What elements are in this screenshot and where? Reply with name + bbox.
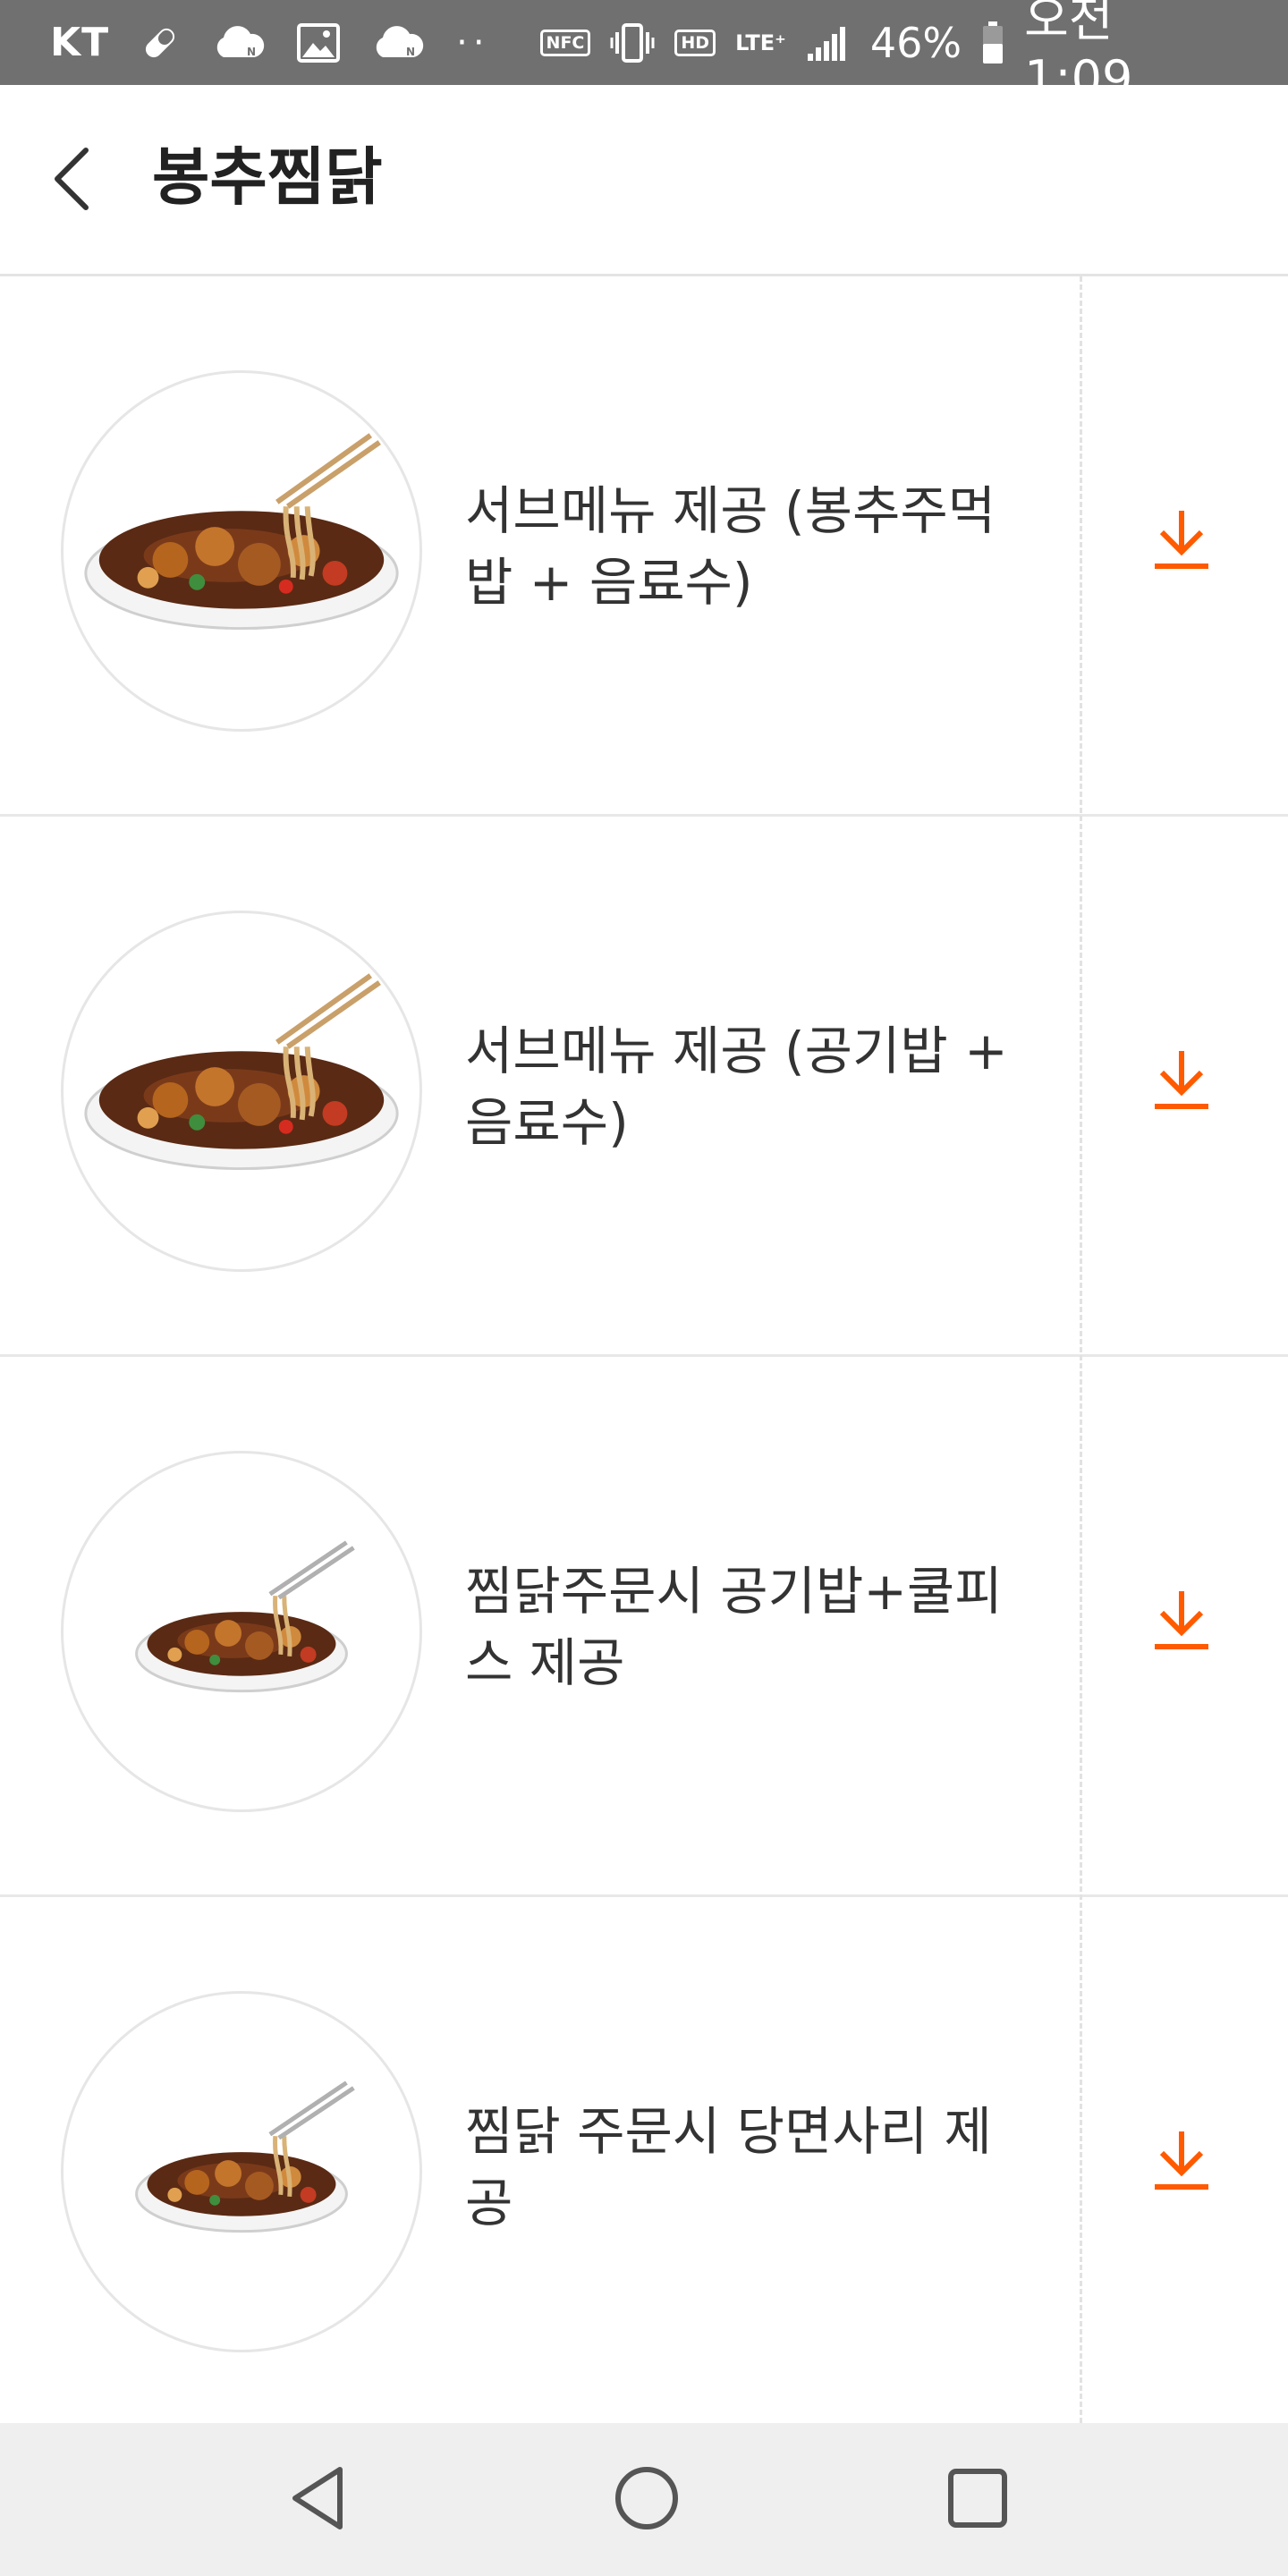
carrier-label: KT	[50, 20, 110, 65]
image-icon	[297, 22, 341, 63]
menu-list: 서브메뉴 제공 (봉추주먹밥 + 음료수) 서브메뉴 제공 (공기밥 + 음료수…	[0, 276, 1288, 2437]
nfc-icon: NFC	[539, 29, 591, 56]
item-text: 서브메뉴 제공 (공기밥 + 음료수)	[465, 817, 1029, 1357]
food-thumbnail	[61, 911, 422, 1272]
download-icon	[1151, 1047, 1212, 1117]
more-dots-icon: ··	[456, 21, 490, 64]
steamed-chicken-plate-icon	[135, 1540, 355, 1693]
status-bar: KT N N ·· NFC HD LTE⁺ 46% 오전 1:09	[0, 0, 1288, 106]
food-thumbnail	[61, 1451, 422, 1812]
item-label: 찜닭 주문시 당면사리 제공	[465, 2101, 992, 2233]
battery-icon	[981, 21, 1004, 65]
battery-percent: 46%	[869, 18, 962, 67]
item-label: 서브메뉴 제공 (봉추주먹밥 + 음료수)	[465, 480, 996, 613]
list-item[interactable]: 찜닭주문시 공기밥+쿨피스 제공	[0, 1357, 1288, 1897]
list-item[interactable]: 서브메뉴 제공 (공기밥 + 음료수)	[0, 817, 1288, 1357]
download-icon	[1151, 2128, 1212, 2198]
lte-icon: LTE⁺	[735, 30, 786, 55]
item-label: 찜닭주문시 공기밥+쿨피스 제공	[465, 1561, 1003, 1693]
app-header: 봉추찜닭	[0, 85, 1288, 276]
download-button[interactable]	[1141, 1573, 1222, 1672]
download-button[interactable]	[1141, 493, 1222, 591]
download-button[interactable]	[1141, 2114, 1222, 2212]
svg-text:N: N	[247, 46, 256, 58]
svg-text:N: N	[406, 46, 415, 58]
download-icon	[1151, 1588, 1212, 1657]
cloud-n-icon: N	[370, 25, 426, 61]
nav-back-button[interactable]	[246, 2423, 389, 2576]
nav-recents-button[interactable]	[906, 2423, 1049, 2576]
pill-icon	[140, 22, 181, 64]
signal-icon	[806, 23, 851, 63]
back-triangle-icon	[286, 2464, 349, 2536]
item-text: 찜닭 주문시 당면사리 제공	[465, 1897, 1029, 2437]
list-item[interactable]: 서브메뉴 제공 (봉추주먹밥 + 음료수)	[0, 276, 1288, 817]
cloud-n-icon: N	[211, 25, 267, 61]
chevron-left-icon	[50, 147, 95, 215]
item-text: 찜닭주문시 공기밥+쿨피스 제공	[465, 1357, 1029, 1897]
item-text: 서브메뉴 제공 (봉추주먹밥 + 음료수)	[465, 276, 1029, 817]
status-left: KT N N ··	[50, 20, 521, 65]
hd-icon: HD	[674, 29, 716, 56]
back-button[interactable]	[41, 140, 104, 221]
download-button[interactable]	[1141, 1033, 1222, 1131]
download-icon	[1151, 507, 1212, 577]
item-label: 서브메뉴 제공 (공기밥 + 음료수)	[465, 1021, 1008, 1153]
steamed-chicken-plate-icon	[84, 433, 399, 631]
system-nav-bar	[0, 2423, 1288, 2576]
vibrate-icon	[610, 21, 655, 64]
nav-home-button[interactable]	[575, 2423, 718, 2576]
vertical-divider	[1080, 276, 1082, 2423]
food-thumbnail	[61, 1991, 422, 2352]
recents-square-icon	[945, 2466, 1010, 2534]
steamed-chicken-plate-icon	[135, 2080, 355, 2233]
food-thumbnail	[61, 370, 422, 732]
steamed-chicken-plate-icon	[84, 973, 399, 1171]
page-title: 봉추찜닭	[152, 140, 383, 214]
list-item[interactable]: 찜닭 주문시 당면사리 제공	[0, 1897, 1288, 2437]
home-circle-icon	[613, 2464, 681, 2536]
